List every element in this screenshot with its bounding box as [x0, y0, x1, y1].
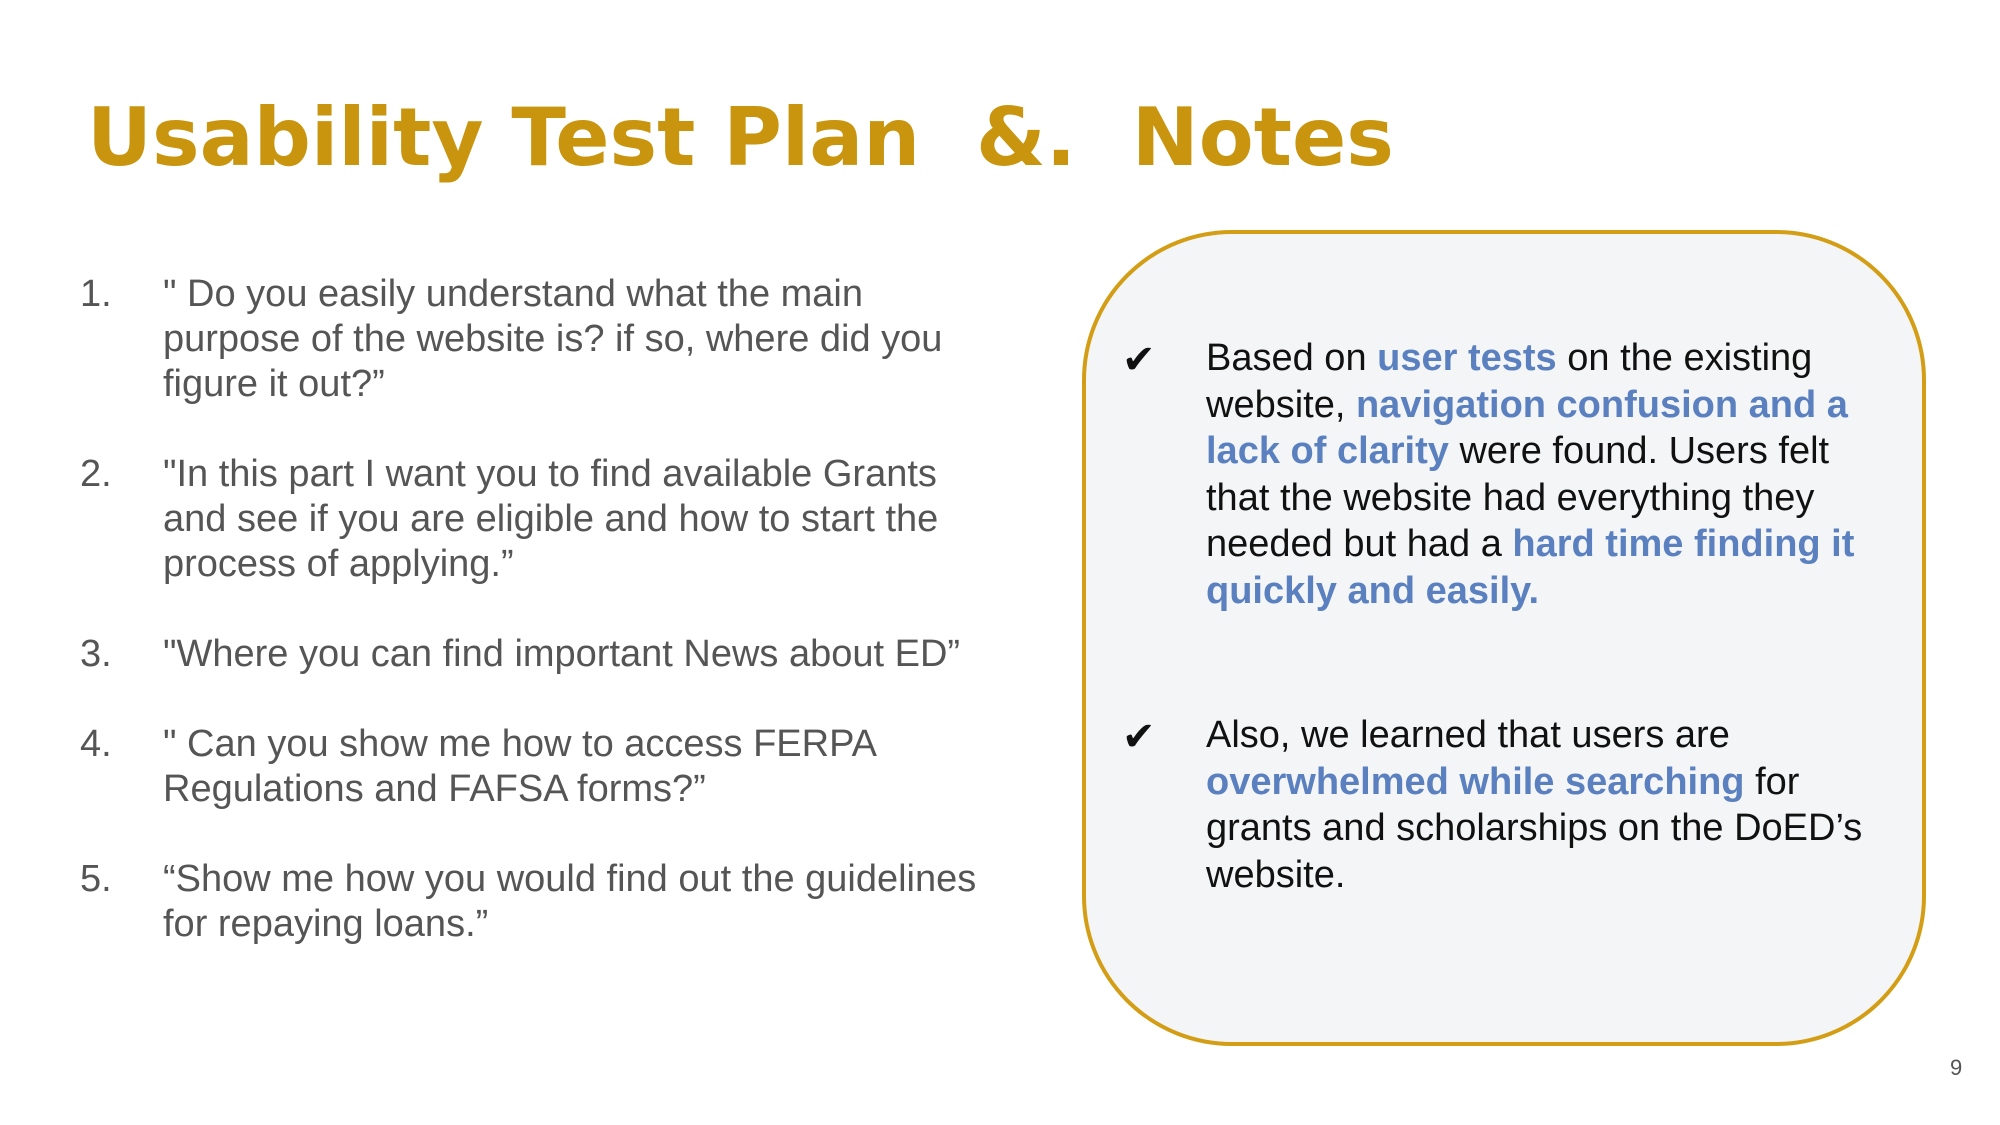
question-text: “Show me how you would find out the guid… — [163, 858, 977, 945]
note-item: ✔ Also, we learned that users are overwh… — [1122, 712, 1882, 898]
list-number: 2. — [80, 453, 112, 495]
highlight-text: user tests — [1377, 337, 1557, 379]
note-text: Also, we learned that users are overwhel… — [1206, 714, 1863, 896]
list-item: 1. " Do you easily understand what the m… — [80, 272, 1010, 407]
question-text: "In this part I want you to find availab… — [163, 453, 939, 585]
checkmark-icon: ✔ — [1122, 714, 1156, 760]
page-number: 9 — [1950, 1055, 1963, 1080]
question-text: " Can you show me how to access FERPA Re… — [163, 723, 875, 810]
note-item: ✔ Based on user tests on the existing we… — [1122, 335, 1882, 614]
highlight-text: overwhelmed while searching — [1206, 760, 1745, 803]
checkmark-icon: ✔ — [1122, 337, 1156, 383]
list-item: 4. " Can you show me how to access FERPA… — [80, 722, 1010, 812]
list-number: 4. — [80, 723, 112, 765]
list-item: 3. "Where you can find important News ab… — [80, 632, 1010, 677]
question-text: " Do you easily understand what the main… — [163, 273, 943, 405]
list-number: 5. — [80, 858, 112, 900]
list-number: 3. — [80, 633, 112, 675]
note-text: Based on user tests on the existing webs… — [1206, 337, 1855, 612]
list-item: 5. “Show me how you would find out the g… — [80, 857, 1010, 947]
question-text: "Where you can find important News about… — [163, 633, 961, 675]
question-list: 1. " Do you easily understand what the m… — [80, 272, 1010, 992]
slide-title: Usability Test Plan &. Notes — [87, 91, 1394, 184]
list-number: 1. — [80, 273, 112, 315]
list-item: 2. "In this part I want you to find avai… — [80, 452, 1010, 587]
